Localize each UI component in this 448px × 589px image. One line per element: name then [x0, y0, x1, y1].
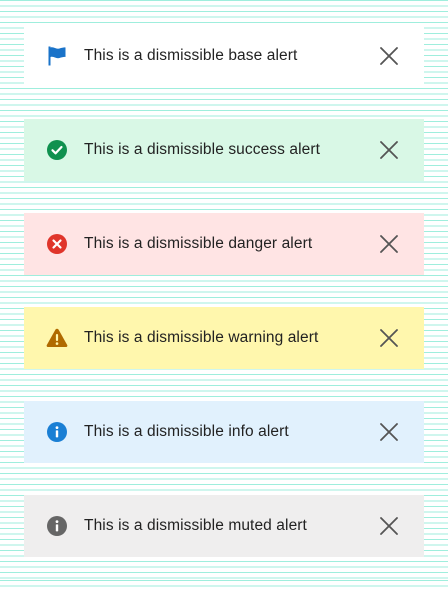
close-button[interactable] — [378, 45, 400, 67]
close-icon — [380, 141, 398, 159]
info-circle-icon — [46, 515, 68, 537]
close-button[interactable] — [378, 327, 400, 349]
check-circle-icon — [46, 139, 68, 161]
close-button[interactable] — [378, 233, 400, 255]
info-circle-icon — [46, 421, 68, 443]
alert-success: This is a dismissible success alert — [24, 119, 424, 181]
alert-message: This is a dismissible danger alert — [84, 235, 313, 252]
close-button[interactable] — [378, 515, 400, 537]
alert-info: This is a dismissible info alert — [24, 401, 424, 463]
flag-icon — [46, 45, 68, 67]
close-button[interactable] — [378, 421, 400, 443]
alert-message: This is a dismissible base alert — [84, 47, 298, 64]
alert-danger: This is a dismissible danger alert — [24, 213, 424, 275]
close-icon — [380, 423, 398, 441]
warning-triangle-icon — [46, 327, 68, 349]
x-circle-icon — [46, 233, 68, 255]
alert-message: This is a dismissible warning alert — [84, 329, 319, 346]
alert-message: This is a dismissible info alert — [84, 423, 289, 440]
alert-message: This is a dismissible muted alert — [84, 517, 307, 534]
alert-muted: This is a dismissible muted alert — [24, 495, 424, 557]
close-button[interactable] — [378, 139, 400, 161]
close-icon — [380, 517, 398, 535]
alert-list: This is a dismissible base alert This is… — [24, 25, 424, 589]
close-icon — [380, 47, 398, 65]
alert-base: This is a dismissible base alert — [24, 25, 424, 87]
alert-message: This is a dismissible success alert — [84, 141, 321, 158]
close-icon — [380, 235, 398, 253]
alert-warning: This is a dismissible warning alert — [24, 307, 424, 369]
close-icon — [380, 329, 398, 347]
